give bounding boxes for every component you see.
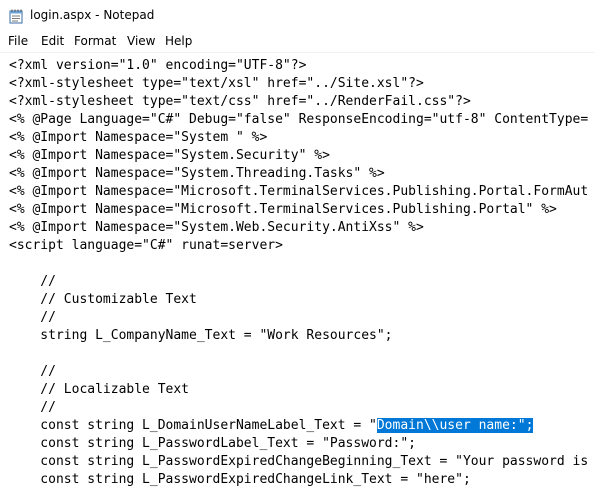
code-line: <% @Import Namespace="Microsoft.Terminal… bbox=[9, 201, 588, 219]
code-line: // Localizable Text bbox=[9, 381, 588, 399]
code-text: const string L_PasswordLabel_Text = "Pas… bbox=[9, 436, 416, 451]
code-text: <?xml version="1.0" encoding="UTF-8"?> bbox=[9, 58, 307, 73]
code-text: <% @Import Namespace="Microsoft.Terminal… bbox=[9, 184, 589, 199]
title-bar[interactable]: login.aspx - Notepad bbox=[0, 0, 594, 31]
text-selection: Domain\\user name:"; bbox=[376, 418, 534, 433]
code-line: // bbox=[9, 273, 588, 291]
code-line: <script language="C#" runat=server> bbox=[9, 237, 588, 255]
code-line: <% @Import Namespace="System.Security" %… bbox=[9, 147, 588, 165]
text-editor[interactable]: <?xml version="1.0" encoding="UTF-8"?> <?… bbox=[0, 52, 594, 488]
code-text: // bbox=[9, 274, 56, 289]
code-line: const string L_DomainUserNameLabel_Text … bbox=[9, 417, 588, 435]
code-text: <% @Import Namespace="System.Web.Securit… bbox=[9, 220, 424, 235]
code-text: <?xml-stylesheet type="text/css" href=".… bbox=[9, 94, 471, 109]
menu-format[interactable]: Format bbox=[73, 34, 117, 48]
code-line: const string L_PasswordExpiredChangeBegi… bbox=[9, 453, 588, 471]
code-text: // bbox=[9, 400, 56, 415]
code-line: <% @Import Namespace="System " %> bbox=[9, 129, 588, 147]
code-line: <% @Import Namespace="System.Web.Securit… bbox=[9, 219, 588, 237]
menu-help[interactable]: Help bbox=[164, 34, 193, 48]
code-text: const string L_PasswordExpiredChangeLink… bbox=[9, 472, 471, 487]
code-line: <% @Import Namespace="Microsoft.Terminal… bbox=[9, 183, 588, 201]
code-line: // bbox=[9, 363, 588, 381]
code-line: const string L_PasswordLabel_Text = "Pas… bbox=[9, 435, 588, 453]
code-line: // Customizable Text bbox=[9, 291, 588, 309]
code-text: <script language="C#" runat=server> bbox=[9, 238, 283, 253]
code-text: // bbox=[9, 364, 56, 379]
editor-content[interactable]: <?xml version="1.0" encoding="UTF-8"?> <?… bbox=[9, 57, 588, 488]
code-text: const string L_DomainUserNameLabel_Text … bbox=[9, 418, 377, 433]
code-line: <% @Page Language="C#" Debug="false" Res… bbox=[9, 111, 588, 129]
code-text: const string L_PasswordExpiredChangeBegi… bbox=[9, 454, 589, 469]
code-text: // Customizable Text bbox=[9, 292, 197, 307]
code-line: <?xml version="1.0" encoding="UTF-8"?> bbox=[9, 57, 588, 75]
code-text: // Localizable Text bbox=[9, 382, 190, 397]
menu-view[interactable]: View bbox=[126, 34, 156, 48]
code-line: const string L_PasswordExpiredChangeLink… bbox=[9, 471, 588, 488]
window-title: login.aspx - Notepad bbox=[30, 8, 155, 22]
notepad-icon bbox=[9, 9, 23, 24]
code-line: string L_CompanyName_Text = "Work Resour… bbox=[9, 327, 588, 345]
menu-file[interactable]: File bbox=[7, 34, 29, 48]
code-text: <?xml-stylesheet type="text/xsl" href=".… bbox=[9, 76, 424, 91]
menu-bar: File Edit Format View Help bbox=[0, 31, 594, 53]
code-line: <?xml-stylesheet type="text/css" href=".… bbox=[9, 93, 588, 111]
code-line: <?xml-stylesheet type="text/xsl" href=".… bbox=[9, 75, 588, 93]
code-line: // bbox=[9, 309, 588, 327]
code-line: <% @Import Namespace="System.Threading.T… bbox=[9, 165, 588, 183]
code-text: <% @Import Namespace="System.Threading.T… bbox=[9, 166, 385, 181]
code-text: <% @Import Namespace="Microsoft.Terminal… bbox=[9, 202, 557, 217]
code-text: <% @Import Namespace="System.Security" %… bbox=[9, 148, 330, 163]
code-text: // bbox=[9, 310, 56, 325]
code-text: <% @Page Language="C#" Debug="false" Res… bbox=[9, 112, 589, 127]
code-text: string L_CompanyName_Text = "Work Resour… bbox=[9, 328, 393, 343]
code-line: // bbox=[9, 399, 588, 417]
menu-edit[interactable]: Edit bbox=[40, 34, 65, 48]
code-text: <% @Import Namespace="System " %> bbox=[9, 130, 268, 145]
